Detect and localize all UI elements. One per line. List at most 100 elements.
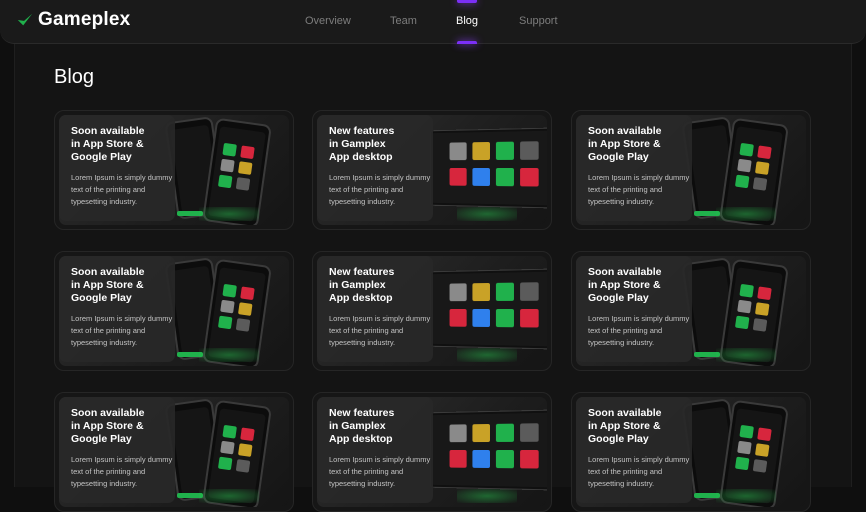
top-header: Gameplex Overview Team Blog Support — [0, 0, 866, 44]
blog-card[interactable]: Soon available in App Store & Google Pla… — [571, 110, 811, 230]
nav-blog[interactable]: Blog — [456, 15, 478, 27]
game-tile — [472, 450, 490, 468]
game-tile — [240, 286, 255, 300]
card-description: Lorem Ipsum is simply dummy text of the … — [71, 313, 175, 349]
card-description: Lorem Ipsum is simply dummy text of the … — [588, 313, 692, 349]
game-tile — [739, 143, 754, 157]
green-glow — [199, 207, 259, 221]
game-tile — [757, 427, 772, 441]
nav-overview[interactable]: Overview — [305, 15, 351, 27]
game-tile — [755, 161, 770, 175]
game-tile — [218, 316, 233, 330]
game-tile — [240, 427, 255, 441]
desktop-app-mockup — [430, 410, 547, 491]
game-tile — [472, 142, 490, 160]
card-title: Soon available in App Store & Google Pla… — [71, 125, 175, 164]
game-tile — [739, 425, 754, 439]
card-description: Lorem Ipsum is simply dummy text of the … — [329, 172, 433, 208]
game-tile — [218, 457, 233, 471]
blog-card[interactable]: Soon available in App Store & Google Pla… — [54, 110, 294, 230]
desktop-app-mockup — [430, 128, 547, 209]
nav-active-indicator-top — [457, 0, 477, 3]
game-tile — [450, 424, 467, 442]
blog-card[interactable]: Soon available in App Store & Google Pla… — [54, 392, 294, 512]
game-tile — [737, 441, 752, 455]
game-tile — [238, 302, 253, 316]
desktop-app-mockup — [430, 269, 547, 350]
game-tile — [735, 457, 750, 471]
card-text-panel: New features in Gamplex App desktop Lorem… — [317, 397, 433, 503]
card-title: Soon available in App Store & Google Pla… — [71, 266, 175, 305]
card-title: Soon available in App Store & Google Pla… — [71, 407, 175, 446]
nav-active-indicator-bottom — [457, 41, 477, 44]
game-tile — [220, 159, 235, 173]
green-glow — [457, 489, 517, 503]
game-tile — [450, 450, 467, 468]
game-tile — [472, 309, 490, 327]
game-tile — [520, 282, 539, 301]
game-tile — [218, 175, 233, 189]
page-title: Blog — [54, 66, 94, 89]
card-title: New features in Gamplex App desktop — [329, 125, 433, 164]
card-text-panel: Soon available in App Store & Google Pla… — [59, 397, 175, 503]
blog-card[interactable]: Soon available in App Store & Google Pla… — [54, 251, 294, 371]
game-tile — [240, 145, 255, 159]
game-tile — [755, 443, 770, 457]
card-description: Lorem Ipsum is simply dummy text of the … — [588, 172, 692, 208]
card-text-panel: Soon available in App Store & Google Pla… — [576, 397, 692, 503]
game-tile — [735, 316, 750, 330]
game-tile — [236, 459, 251, 473]
green-glow — [716, 207, 776, 221]
game-tile — [757, 286, 772, 300]
game-tile — [450, 309, 467, 327]
desktop-screen — [433, 272, 547, 347]
game-tile — [472, 283, 490, 301]
game-tile — [520, 423, 539, 442]
game-tile — [496, 450, 514, 468]
game-tile — [520, 450, 539, 469]
card-text-panel: Soon available in App Store & Google Pla… — [59, 115, 175, 221]
game-tile — [520, 309, 539, 328]
game-tile — [520, 141, 539, 160]
game-tile — [496, 283, 514, 301]
green-glow — [716, 348, 776, 362]
card-text-panel: Soon available in App Store & Google Pla… — [59, 256, 175, 362]
blog-card[interactable]: New features in Gamplex App desktop Lorem… — [312, 251, 552, 371]
blog-card[interactable]: Soon available in App Store & Google Pla… — [571, 251, 811, 371]
game-tile — [496, 142, 514, 160]
game-tile — [496, 424, 514, 442]
nav-support[interactable]: Support — [519, 15, 558, 27]
desktop-screen — [433, 413, 547, 488]
game-tile — [222, 284, 237, 298]
game-tile — [735, 175, 750, 189]
game-tile — [238, 443, 253, 457]
card-description: Lorem Ipsum is simply dummy text of the … — [71, 454, 175, 490]
game-tile — [753, 177, 768, 191]
game-tile — [222, 143, 237, 157]
card-description: Lorem Ipsum is simply dummy text of the … — [588, 454, 692, 490]
card-title: New features in Gamplex App desktop — [329, 407, 433, 446]
blog-card[interactable]: New features in Gamplex App desktop Lorem… — [312, 110, 552, 230]
green-glow — [199, 489, 259, 503]
game-tile — [757, 145, 772, 159]
game-tile — [450, 168, 467, 186]
game-tile — [496, 309, 514, 327]
card-text-panel: New features in Gamplex App desktop Lorem… — [317, 115, 433, 221]
game-tile — [238, 161, 253, 175]
game-tile — [496, 168, 514, 186]
game-tile — [220, 441, 235, 455]
blog-card[interactable]: New features in Gamplex App desktop Lorem… — [312, 392, 552, 512]
card-text-panel: Soon available in App Store & Google Pla… — [576, 256, 692, 362]
game-tile — [450, 283, 467, 301]
desktop-screen — [433, 131, 547, 206]
game-tile — [737, 300, 752, 314]
card-text-panel: New features in Gamplex App desktop Lorem… — [317, 256, 433, 362]
game-tile — [222, 425, 237, 439]
nav-team[interactable]: Team — [390, 15, 417, 27]
game-tile — [472, 168, 490, 186]
green-glow — [457, 348, 517, 362]
card-title: New features in Gamplex App desktop — [329, 266, 433, 305]
game-tile — [236, 177, 251, 191]
card-description: Lorem Ipsum is simply dummy text of the … — [329, 313, 433, 349]
blog-card[interactable]: Soon available in App Store & Google Pla… — [571, 392, 811, 512]
